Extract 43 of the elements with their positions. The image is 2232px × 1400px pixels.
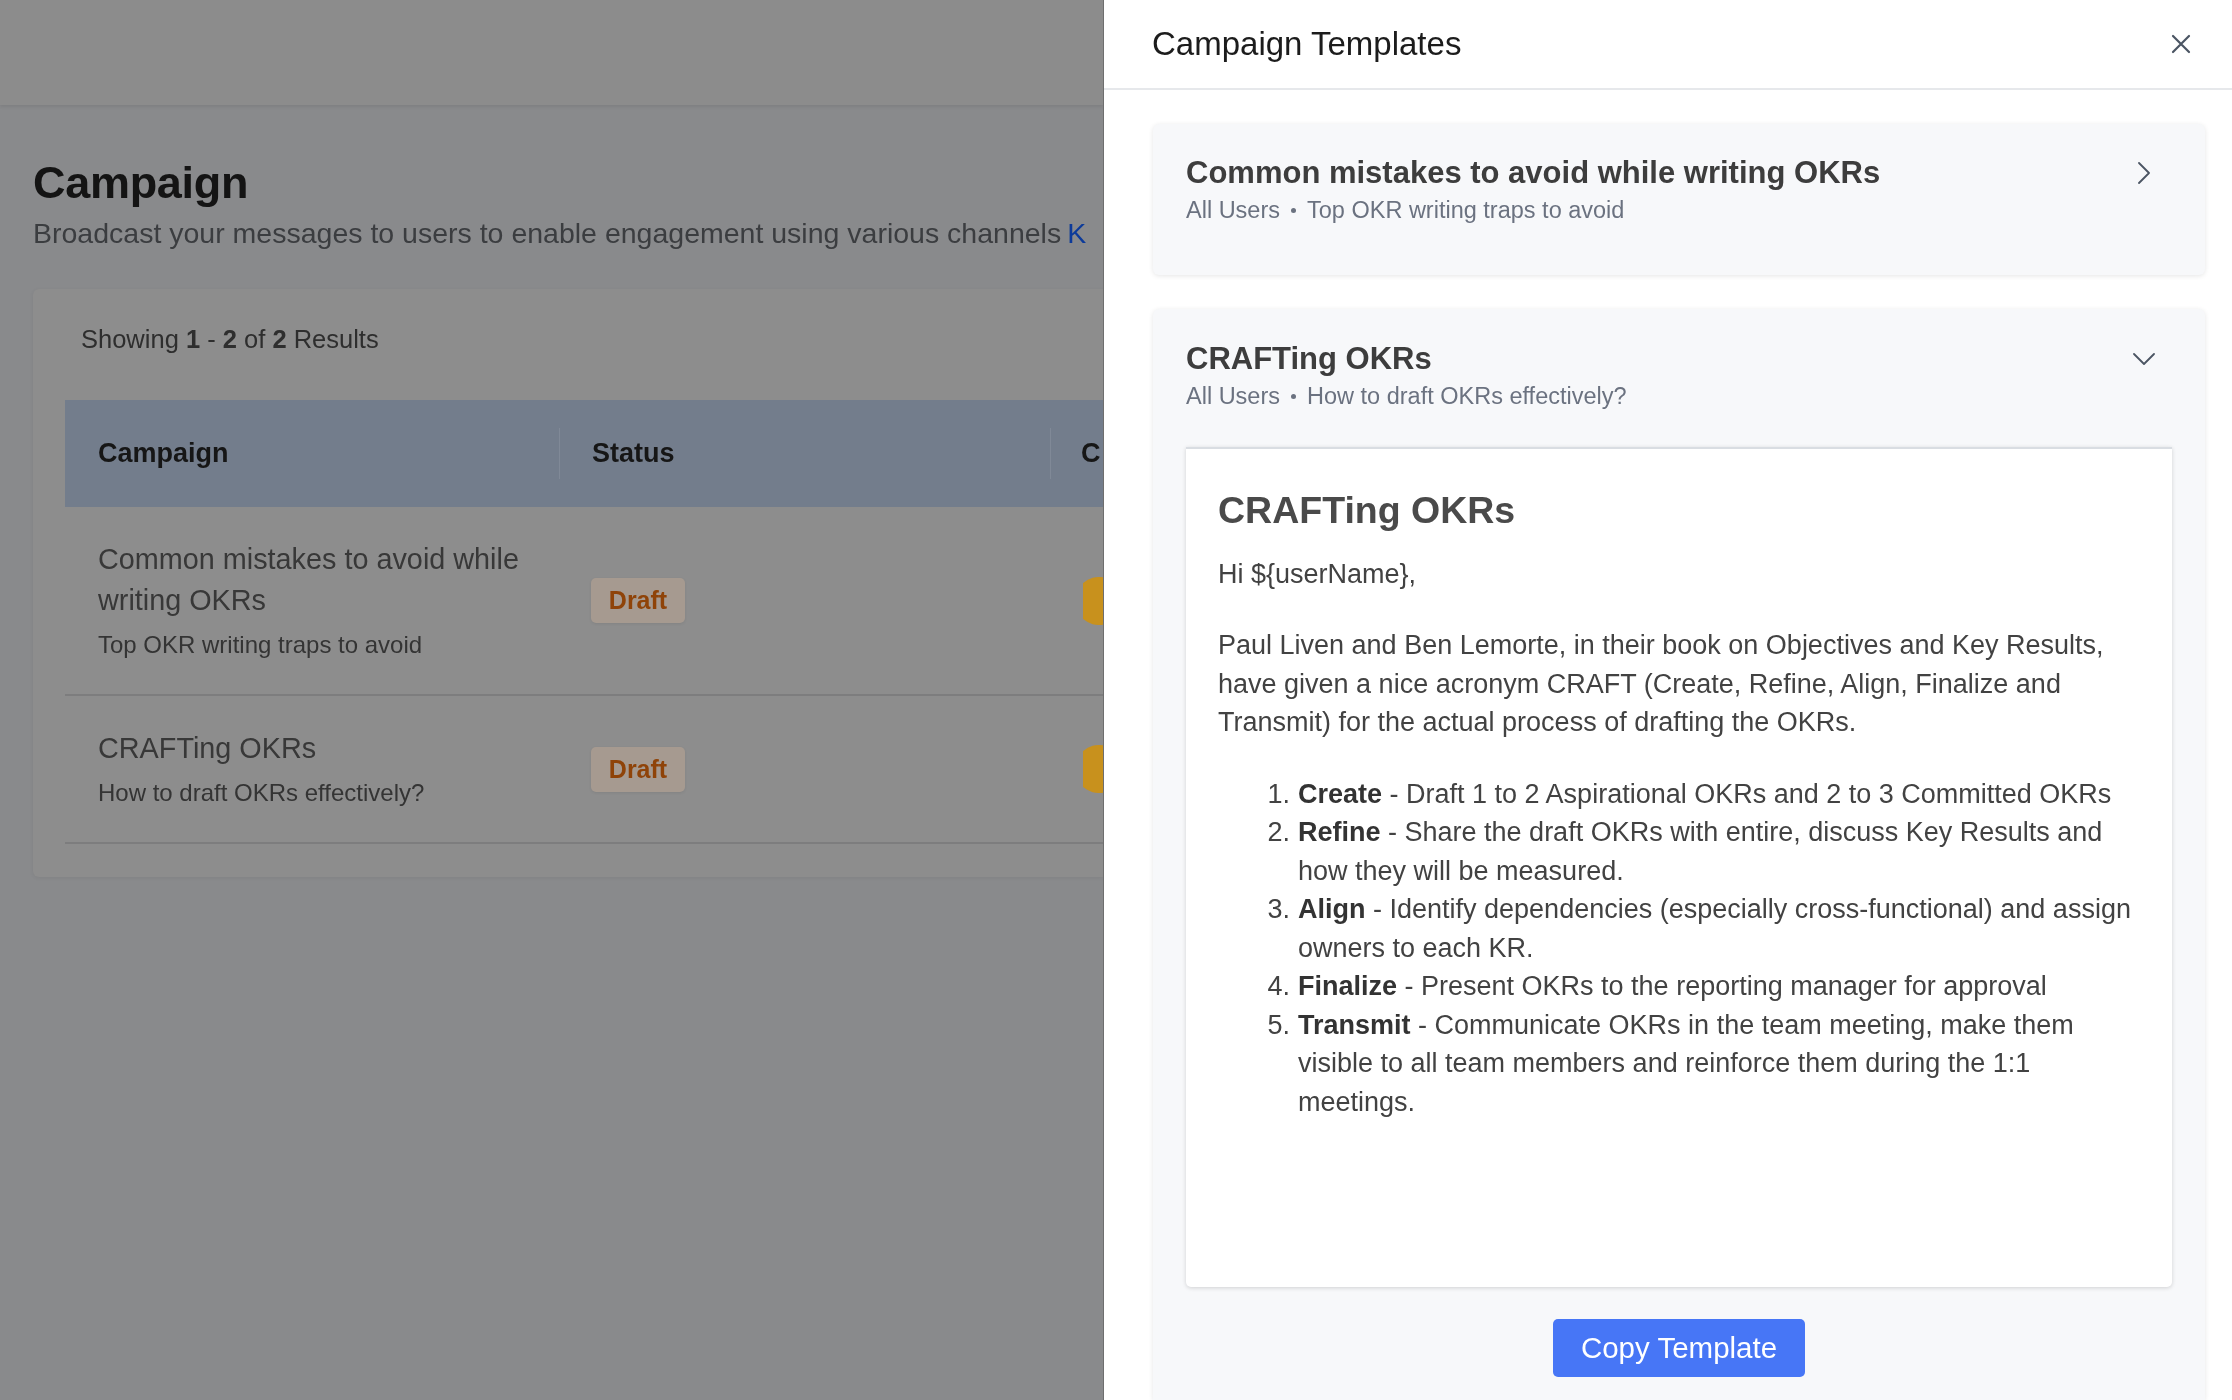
step-text: Finalize - Present OKRs to the reporting manager for approval bbox=[1298, 970, 2048, 1003]
campaign-title: CRAFTing OKRs bbox=[98, 731, 318, 766]
column-header: Status bbox=[592, 438, 675, 469]
chevron-right-icon[interactable] bbox=[2138, 162, 2150, 184]
bullet-dot-icon bbox=[1291, 393, 1296, 399]
chevron-down-icon[interactable] bbox=[2133, 353, 2155, 365]
template-summary: How to draft OKRs effectively? bbox=[1307, 382, 1627, 411]
step-text: Refine - Share the draft OKRs with entire, discuss Key Results and how they will be measured. bbox=[1298, 816, 2104, 888]
copy-template-button[interactable]: Copy Template bbox=[1552, 1319, 1806, 1377]
bullet-dot-icon bbox=[1291, 207, 1296, 213]
column-header: Campaign bbox=[98, 438, 229, 469]
step-text: Create - Draft 1 to 2 Aspirational OKRs and 2 to 3 Committed OKRs bbox=[1298, 777, 2113, 811]
preview-paragraph: Paul Liven and Ben Lemorte, in their book on Objectives and Key Results, have given a nice acronym CRAFT (Create, Refine, Align, Finalize and Transmit) for the actual process of drafting the OKRs. bbox=[1218, 629, 2105, 739]
status-badge: Draft bbox=[591, 746, 685, 792]
step-number: 4. bbox=[1266, 970, 1290, 1003]
template-audience: All Users bbox=[1186, 196, 1280, 225]
step-text: Align - Identify dependencies (especially cross-functional) and assign owners to each KR. bbox=[1298, 893, 2132, 965]
column-header: C bbox=[1081, 438, 1101, 469]
step-number: 1. bbox=[1266, 777, 1290, 811]
preview-heading: CRAFTing OKRs bbox=[1218, 488, 1517, 533]
status-badge: Draft bbox=[591, 578, 685, 623]
campaign-title: Common mistakes to avoid while writing OKRs bbox=[98, 542, 520, 618]
close-icon bbox=[2171, 34, 2191, 54]
template-audience: All Users bbox=[1186, 382, 1280, 411]
drawer-title: Campaign Templates bbox=[1152, 25, 1462, 63]
page-subtitle: Broadcast your messages to users to enable engagement using various channels bbox=[33, 216, 1062, 251]
template-title: CRAFTing OKRs bbox=[1186, 340, 1433, 378]
step-text: Transmit - Communicate OKRs in the team meeting, make them visible to all team members and reinforce them during the 1:1 meetings. bbox=[1298, 1008, 2075, 1119]
step-number: 3. bbox=[1266, 893, 1290, 926]
template-card[interactable]: Common mistakes to avoid while writing OKRs All Users Top OKR writing traps to avoid bbox=[1153, 124, 2205, 275]
template-card[interactable] bbox=[1153, 309, 2205, 1400]
avatar-icon bbox=[1083, 576, 1103, 625]
avatar-icon bbox=[1083, 745, 1103, 793]
campaign-description: Top OKR writing traps to avoid bbox=[98, 630, 424, 660]
template-summary: Top OKR writing traps to avoid bbox=[1307, 196, 1625, 225]
preview-greeting: Hi ${userName}, bbox=[1218, 558, 1418, 591]
campaign-description: How to draft OKRs effectively? bbox=[98, 778, 426, 808]
step-number: 2. bbox=[1266, 816, 1290, 849]
page-title: Campaign bbox=[33, 156, 250, 210]
template-title: Common mistakes to avoid while writing OKRs bbox=[1186, 154, 1881, 192]
step-number: 5. bbox=[1266, 1008, 1290, 1042]
results-summary: Showing 1 - 2 of 2 Results bbox=[81, 324, 379, 354]
subtitle-link[interactable]: K bbox=[1067, 215, 1087, 251]
